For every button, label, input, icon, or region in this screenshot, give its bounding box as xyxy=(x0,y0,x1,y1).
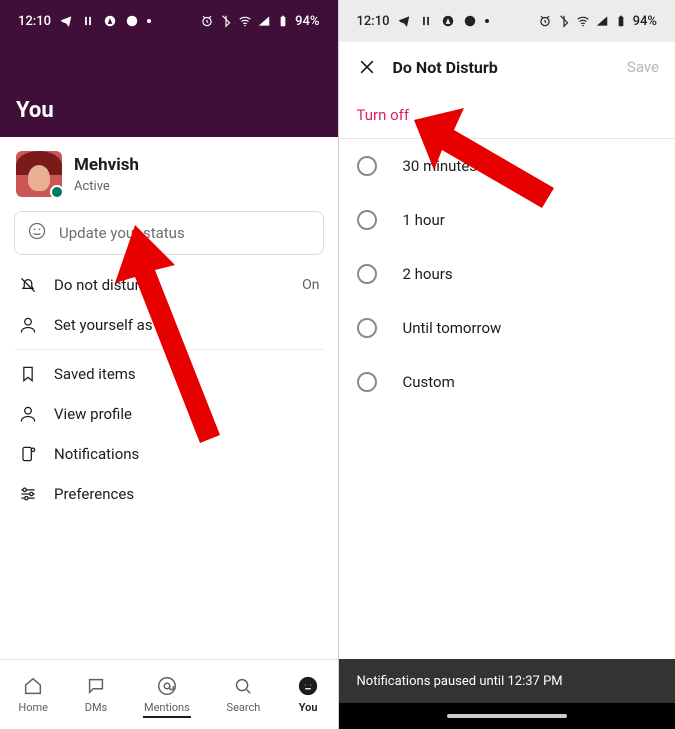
status-input[interactable]: Update your status xyxy=(14,211,324,255)
row-saved-items[interactable]: Saved items xyxy=(0,354,338,394)
save-button[interactable]: Save xyxy=(627,58,659,76)
dms-icon xyxy=(85,675,107,697)
row-notifications[interactable]: Notifications xyxy=(0,434,338,474)
signal-icon xyxy=(257,14,271,28)
radio-icon xyxy=(357,318,377,338)
option-30-minutes[interactable]: 30 minutes xyxy=(339,139,675,193)
presence-indicator-icon xyxy=(50,185,64,199)
battery-percent: 94% xyxy=(633,14,657,29)
row-label: Notifications xyxy=(54,445,139,463)
option-label: Custom xyxy=(403,373,455,391)
option-2-hours[interactable]: 2 hours xyxy=(339,247,675,301)
dnd-title: Do Not Disturb xyxy=(393,58,498,77)
toast-text: Notifications paused until 12:37 PM xyxy=(357,674,563,689)
row-set-away[interactable]: Set yourself as xyxy=(0,305,338,345)
bell-off-icon xyxy=(18,275,38,295)
home-icon xyxy=(22,675,44,697)
profile-name: Mehvish xyxy=(74,155,139,175)
tab-bar: Home DMs Mentions Search You xyxy=(0,659,338,729)
sliders-icon xyxy=(18,484,38,504)
tab-mentions[interactable]: Mentions xyxy=(144,675,190,714)
search-icon xyxy=(232,675,254,697)
row-view-profile[interactable]: View profile xyxy=(0,394,338,434)
battery-percent: 94% xyxy=(295,14,319,29)
tab-home[interactable]: Home xyxy=(18,675,48,714)
row-label: Do not disturb xyxy=(54,276,148,294)
notifications-icon xyxy=(18,444,38,464)
option-label: Until tomorrow xyxy=(403,319,502,337)
radio-icon xyxy=(357,372,377,392)
signal-icon xyxy=(595,14,609,28)
tab-dms[interactable]: DMs xyxy=(85,675,108,714)
telegram-icon xyxy=(59,14,73,28)
battery-icon xyxy=(276,14,290,28)
status-bar-right: 12:10 94% xyxy=(339,0,675,42)
option-label: 30 minutes xyxy=(403,157,478,175)
smiley-icon xyxy=(27,221,47,245)
hz-badge-icon xyxy=(125,14,139,28)
app-a-icon xyxy=(441,14,455,28)
option-custom[interactable]: Custom xyxy=(339,355,675,409)
row-label: Preferences xyxy=(54,485,134,503)
telegram-icon xyxy=(397,14,411,28)
tab-label: Mentions xyxy=(144,701,190,714)
tab-you[interactable]: You xyxy=(297,675,319,714)
android-nav-bar xyxy=(339,703,675,729)
radio-icon xyxy=(357,210,377,230)
pause-icon xyxy=(81,14,95,28)
profile-presence: Active xyxy=(74,179,110,194)
turn-off-link[interactable]: Turn off xyxy=(339,92,675,138)
divider xyxy=(14,349,324,350)
radio-icon xyxy=(357,156,377,176)
status-time: 12:10 xyxy=(357,14,390,29)
option-label: 2 hours xyxy=(403,265,453,283)
phone-right: 12:10 94% Do Not Disturb Save Turn off 3… xyxy=(338,0,675,729)
status-placeholder: Update your status xyxy=(59,224,185,242)
person-away-icon xyxy=(18,315,38,335)
alarm-icon xyxy=(538,14,552,28)
dnd-header: Do Not Disturb Save xyxy=(339,42,675,92)
profile-row[interactable]: Mehvish Active xyxy=(0,137,338,207)
wifi-icon xyxy=(238,14,252,28)
status-more-dot xyxy=(485,19,489,23)
tab-label: Home xyxy=(18,701,48,714)
pause-icon xyxy=(419,14,433,28)
you-header: You xyxy=(0,42,338,137)
option-1-hour[interactable]: 1 hour xyxy=(339,193,675,247)
person-icon xyxy=(18,404,38,424)
toast-notifications-paused: Notifications paused until 12:37 PM xyxy=(339,659,675,703)
status-time: 12:10 xyxy=(18,14,51,29)
page-title: You xyxy=(16,98,54,123)
tab-label: You xyxy=(299,701,318,714)
bluetooth-icon xyxy=(219,14,233,28)
bluetooth-icon xyxy=(557,14,571,28)
row-do-not-disturb[interactable]: Do not disturb On xyxy=(0,265,338,305)
status-bar-left: 12:10 94% xyxy=(0,0,338,42)
status-more-dot xyxy=(147,19,151,23)
battery-icon xyxy=(614,14,628,28)
phone-left: 12:10 94% You Mehvish Active xyxy=(0,0,338,729)
row-label: View profile xyxy=(54,405,132,423)
tab-label: DMs xyxy=(85,701,108,714)
option-until-tomorrow[interactable]: Until tomorrow xyxy=(339,301,675,355)
option-label: 1 hour xyxy=(403,211,445,229)
tab-label: Search xyxy=(227,701,261,714)
row-trail: On xyxy=(302,277,319,293)
you-icon xyxy=(297,675,319,697)
row-label: Saved items xyxy=(54,365,136,383)
alarm-icon xyxy=(200,14,214,28)
hz-badge-icon xyxy=(463,14,477,28)
tab-search[interactable]: Search xyxy=(227,675,261,714)
radio-icon xyxy=(357,264,377,284)
tab-underline xyxy=(143,716,191,718)
bookmark-icon xyxy=(18,364,38,384)
row-preferences[interactable]: Preferences xyxy=(0,474,338,514)
app-a-icon xyxy=(103,14,117,28)
wifi-icon xyxy=(576,14,590,28)
at-icon xyxy=(156,675,178,697)
close-button[interactable] xyxy=(355,55,379,79)
row-label: Set yourself as xyxy=(54,316,153,334)
nav-pill-icon xyxy=(447,714,567,718)
